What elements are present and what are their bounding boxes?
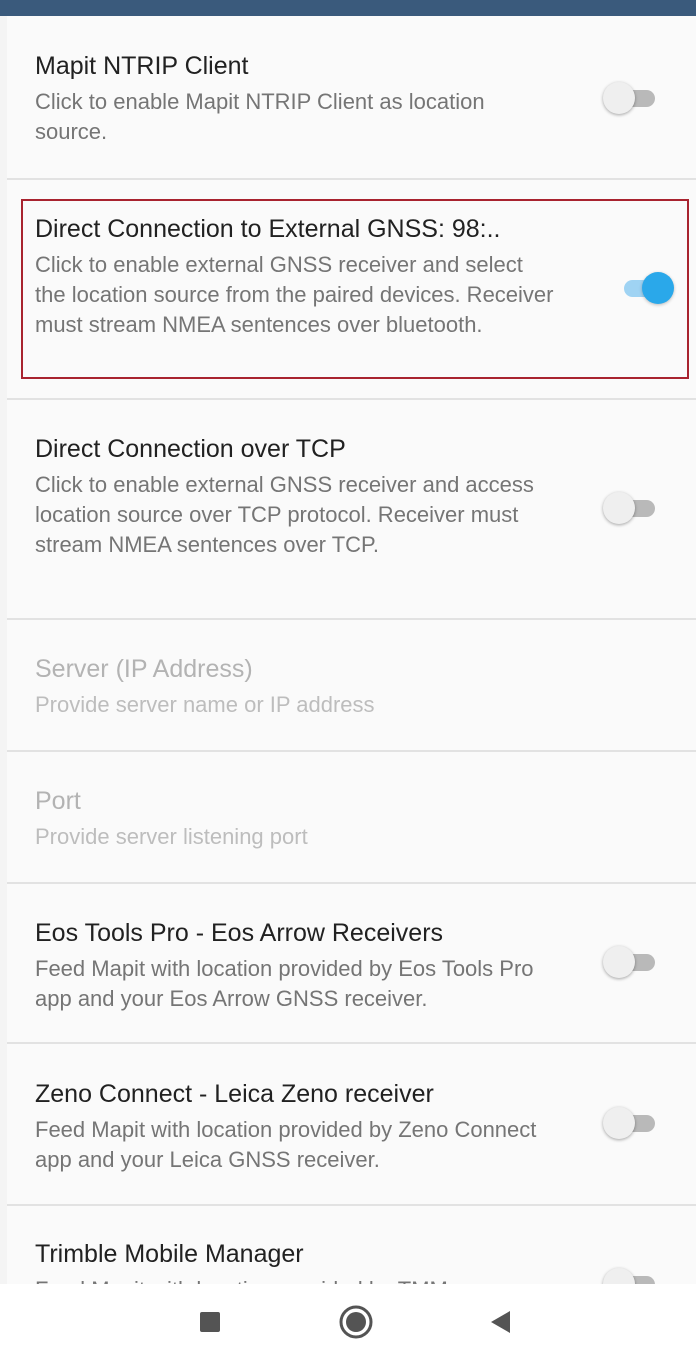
app-bar (0, 0, 696, 16)
pref-trimble-mobile-manager[interactable]: Trimble Mobile Manager Feed Mapit with l… (7, 1206, 696, 1284)
toggle-switch[interactable] (603, 1264, 663, 1284)
switch-thumb (603, 946, 635, 978)
pref-summary: Feed Mapit with location provided by Eos… (35, 956, 534, 1011)
pref-title: Eos Tools Pro - Eos Arrow Receivers (35, 919, 444, 947)
pref-title: Server (IP Address) (35, 655, 253, 683)
pref-summary: Click to enable external GNSS receiver a… (35, 252, 554, 337)
pref-zeno-connect[interactable]: Zeno Connect - Leica Zeno receiver Feed … (7, 1044, 696, 1204)
pref-title: Mapit NTRIP Client (35, 52, 249, 80)
pref-title: Trimble Mobile Manager (35, 1240, 304, 1268)
back-icon (491, 1311, 510, 1333)
toggle-switch[interactable] (603, 942, 663, 982)
recents-icon (200, 1312, 220, 1332)
switch-thumb (642, 272, 674, 304)
pref-title: Zeno Connect - Leica Zeno receiver (35, 1080, 434, 1108)
pref-summary: Feed Mapit with location provided by Zen… (35, 1117, 537, 1172)
pref-direct-connection-external-gnss[interactable]: Direct Connection to External GNSS: 98:.… (7, 180, 696, 398)
home-icon (339, 1305, 373, 1339)
switch-thumb (603, 82, 635, 114)
pref-summary: Click to enable external GNSS receiver a… (35, 472, 534, 557)
back-button[interactable] (480, 1302, 520, 1342)
pref-title: Port (35, 787, 81, 815)
pref-port[interactable]: Port Provide server listening port (7, 752, 696, 882)
pref-server-ip-address[interactable]: Server (IP Address) Provide server name … (7, 620, 696, 750)
pref-title: Direct Connection to External GNSS: 98:.… (35, 215, 501, 243)
toggle-switch[interactable] (603, 488, 663, 528)
pref-mapit-ntrip-client[interactable]: Mapit NTRIP Client Click to enable Mapit… (7, 16, 696, 178)
pref-title: Direct Connection over TCP (35, 435, 346, 463)
pref-direct-connection-tcp[interactable]: Direct Connection over TCP Click to enab… (7, 400, 696, 618)
pref-summary: Feed Mapit with location provided by TMM (35, 1275, 555, 1284)
home-button[interactable] (336, 1302, 376, 1342)
pref-summary: Provide server name or IP address (35, 692, 375, 717)
toggle-switch[interactable] (603, 78, 663, 118)
switch-thumb (603, 1268, 635, 1284)
toggle-switch[interactable] (603, 1103, 663, 1143)
recents-button[interactable] (190, 1302, 230, 1342)
pref-summary: Click to enable Mapit NTRIP Client as lo… (35, 89, 485, 144)
pref-summary: Provide server listening port (35, 824, 308, 849)
preferences-list: Mapit NTRIP Client Click to enable Mapit… (7, 16, 696, 1284)
toggle-switch[interactable] (614, 268, 674, 308)
system-nav-bar (0, 1284, 696, 1358)
switch-thumb (603, 1107, 635, 1139)
switch-thumb (603, 492, 635, 524)
pref-eos-tools-pro[interactable]: Eos Tools Pro - Eos Arrow Receivers Feed… (7, 884, 696, 1042)
